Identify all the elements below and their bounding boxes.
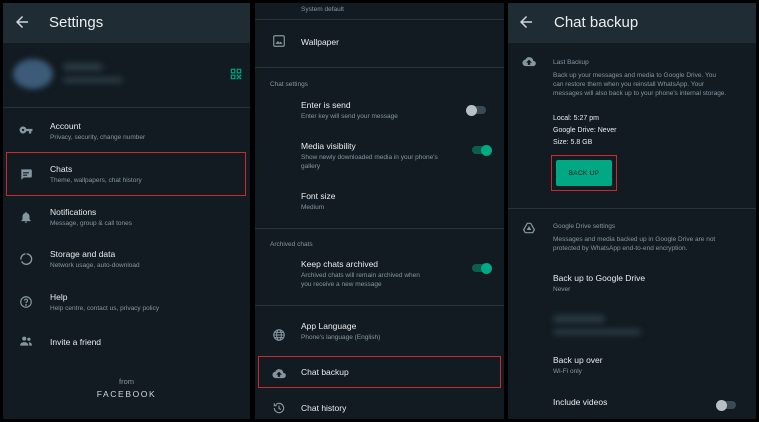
enter-is-send-label: Enter is send bbox=[301, 100, 351, 110]
include-videos-toggle[interactable] bbox=[716, 399, 736, 411]
back-up-over-label: Back up over bbox=[553, 355, 603, 365]
back-up-to-google-drive-label: Back up to Google Drive bbox=[553, 273, 646, 283]
toggle-knob bbox=[481, 144, 492, 156]
google-drive-description: Messages and media backed up in Google D… bbox=[553, 236, 716, 243]
chat-history-label: Chat history bbox=[301, 403, 347, 413]
back-up-over-value: Wi-Fi only bbox=[553, 368, 582, 375]
divider bbox=[508, 208, 756, 209]
backup-app-bar: Chat backup bbox=[508, 3, 756, 43]
settings-item-label: Storage and data bbox=[50, 249, 116, 259]
chat-backup-screen: Chat backup Last Backup Back up your mes… bbox=[508, 3, 756, 419]
key-icon bbox=[19, 126, 33, 134]
media-visibility-toggle[interactable] bbox=[472, 144, 492, 156]
keep-archived-label: Keep chats archived bbox=[301, 259, 379, 269]
data-usage-icon bbox=[20, 253, 33, 265]
archived-section-title: Archived chats bbox=[270, 241, 313, 248]
divider bbox=[255, 67, 504, 68]
profile-name-blurred bbox=[63, 63, 103, 71]
backup-size: Size: 5.8 GB bbox=[553, 139, 593, 146]
page-title: Chat backup bbox=[554, 14, 639, 31]
back-arrow-icon[interactable] bbox=[13, 13, 31, 31]
wallpaper-icon bbox=[273, 35, 285, 47]
media-visibility-sub-2: gallery bbox=[301, 163, 321, 170]
chats-settings-screen: System default Wallpaper Chat settings E… bbox=[255, 3, 504, 419]
font-size-label: Font size bbox=[301, 191, 336, 201]
chats-highlight-box bbox=[6, 152, 246, 196]
theme-value: System default bbox=[301, 6, 344, 13]
account-email-blurred bbox=[553, 329, 641, 335]
enter-is-send-toggle[interactable] bbox=[466, 104, 486, 116]
backup-description-3: messages will also back up to your phone… bbox=[553, 90, 727, 97]
google-drive-backup-time: Google Drive: Never bbox=[553, 127, 617, 134]
divider bbox=[255, 19, 504, 20]
last-backup-title: Last Backup bbox=[553, 59, 589, 66]
toggle-knob bbox=[466, 104, 477, 116]
globe-icon bbox=[273, 329, 285, 341]
bell-icon bbox=[21, 211, 31, 223]
back-up-to-google-drive-value: Never bbox=[553, 286, 571, 293]
toggle-knob bbox=[716, 399, 727, 411]
settings-item-label: Invite a friend bbox=[50, 337, 102, 347]
keep-archived-sub-2: you receive a new message bbox=[301, 281, 382, 288]
backup-description-2: can restore them when you reinstall What… bbox=[553, 81, 705, 88]
chat-settings-section-title: Chat settings bbox=[270, 81, 308, 88]
enter-is-send-sub: Enter key will send your message bbox=[301, 113, 398, 120]
settings-screen: Settings Account Privacy, security, chan… bbox=[3, 3, 250, 419]
profile-status-blurred bbox=[63, 77, 123, 83]
account-name-blurred bbox=[553, 315, 605, 323]
divider bbox=[3, 107, 250, 108]
settings-item-label: Account bbox=[50, 121, 81, 131]
help-icon bbox=[20, 296, 32, 308]
app-language-label: App Language bbox=[301, 321, 357, 331]
local-backup-time: Local: 5:27 pm bbox=[553, 115, 599, 122]
settings-item-sub: Privacy, security, change number bbox=[50, 134, 146, 141]
settings-item-sub: Message, group & call tones bbox=[50, 220, 133, 227]
wallpaper-label: Wallpaper bbox=[301, 37, 339, 47]
facebook-brand: FACEBOOK bbox=[96, 389, 157, 399]
divider bbox=[255, 305, 504, 306]
qr-code-icon[interactable] bbox=[229, 67, 243, 81]
app-language-sub: Phone's language (English) bbox=[301, 334, 381, 341]
font-size-sub: Medium bbox=[301, 204, 325, 211]
include-videos-label: Include videos bbox=[553, 397, 608, 407]
cloud-upload-icon bbox=[522, 57, 536, 67]
backup-description: Back up your messages and media to Googl… bbox=[553, 72, 716, 79]
page-title: Settings bbox=[49, 14, 104, 31]
back-arrow-icon[interactable] bbox=[517, 13, 535, 31]
settings-item-sub: Network usage, auto-download bbox=[50, 262, 140, 269]
google-drive-description-2: protected by WhatsApp end-to-end encrypt… bbox=[553, 245, 688, 252]
settings-app-bar: Settings bbox=[3, 3, 250, 43]
settings-item-label: Help bbox=[50, 292, 68, 302]
keep-archived-toggle[interactable] bbox=[472, 262, 492, 274]
media-visibility-sub: Show newly downloaded media in your phon… bbox=[301, 154, 438, 161]
avatar bbox=[13, 59, 53, 89]
people-icon bbox=[20, 336, 32, 346]
google-drive-icon bbox=[522, 222, 536, 234]
settings-item-label: Notifications bbox=[50, 207, 97, 217]
from-label: from bbox=[119, 377, 134, 386]
media-visibility-label: Media visibility bbox=[301, 141, 356, 151]
keep-archived-sub: Archived chats will remain archived when bbox=[301, 272, 420, 279]
toggle-knob bbox=[481, 262, 492, 274]
settings-item-sub: Help centre, contact us, privacy policy bbox=[50, 305, 160, 312]
chat-backup-highlight-box bbox=[258, 356, 501, 388]
back-up-highlight-box bbox=[551, 155, 617, 191]
google-drive-settings-title: Google Drive settings bbox=[553, 223, 616, 230]
history-icon bbox=[273, 402, 285, 414]
divider bbox=[255, 228, 504, 229]
